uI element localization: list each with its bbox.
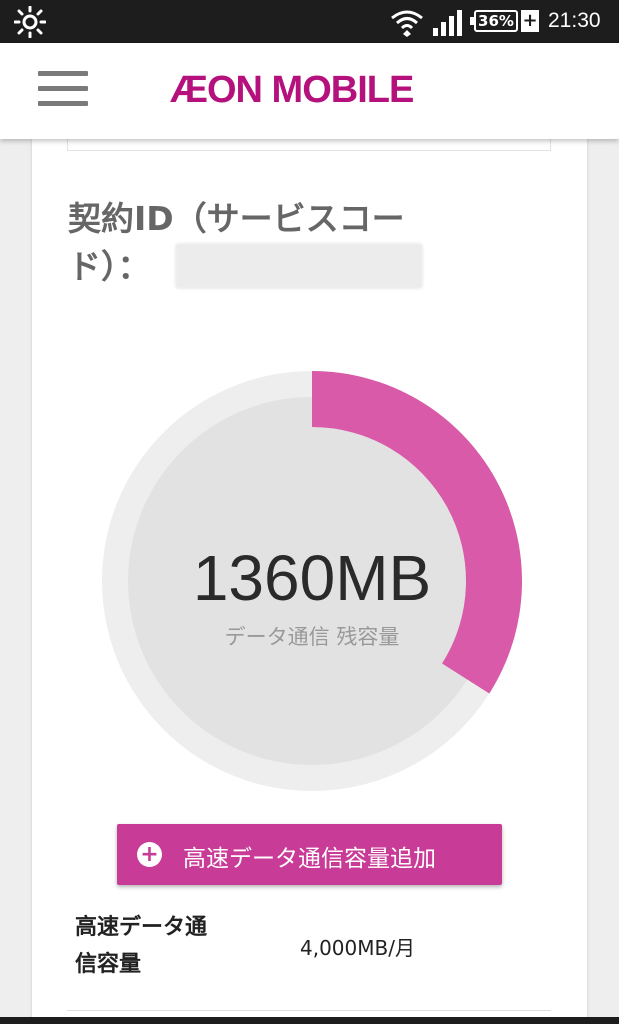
add-data-button-label: 高速データ通信容量追加 — [183, 846, 436, 872]
contract-id-value — [175, 243, 423, 289]
remaining-data-value: 1360MB — [192, 542, 432, 614]
data-capacity-label: 高速データ通信容量 — [75, 915, 208, 977]
data-capacity-value: 4,000MB/月 — [300, 936, 415, 960]
aeon-mobile-logo[interactable]: ÆON MOBILE — [170, 67, 450, 117]
charging-indicator: + — [521, 10, 539, 32]
previous-section-box — [67, 139, 551, 151]
system-nav-bar — [0, 1017, 619, 1024]
usage-card: 契約ID（サービスコード）： 1360MB データ通信 残容量 + 高速データ通… — [32, 139, 587, 1024]
remaining-data-label: データ通信 残容量 — [224, 625, 400, 649]
brightness-icon — [14, 6, 46, 38]
menu-icon[interactable] — [38, 71, 88, 111]
status-bar: 36% + 21:30 — [0, 0, 619, 43]
divider — [67, 1010, 551, 1011]
clock: 21:30 — [548, 9, 601, 32]
wifi-icon — [391, 10, 423, 37]
battery-percent: 36% — [478, 12, 514, 30]
battery-icon: 36% — [470, 10, 518, 32]
app-header: ÆON MOBILE — [0, 43, 619, 139]
brand-name: ÆON MOBILE — [170, 69, 414, 111]
plus-circle-icon: + — [137, 842, 162, 867]
signal-icon — [433, 10, 462, 36]
add-data-button[interactable]: + 高速データ通信容量追加 — [117, 824, 502, 885]
